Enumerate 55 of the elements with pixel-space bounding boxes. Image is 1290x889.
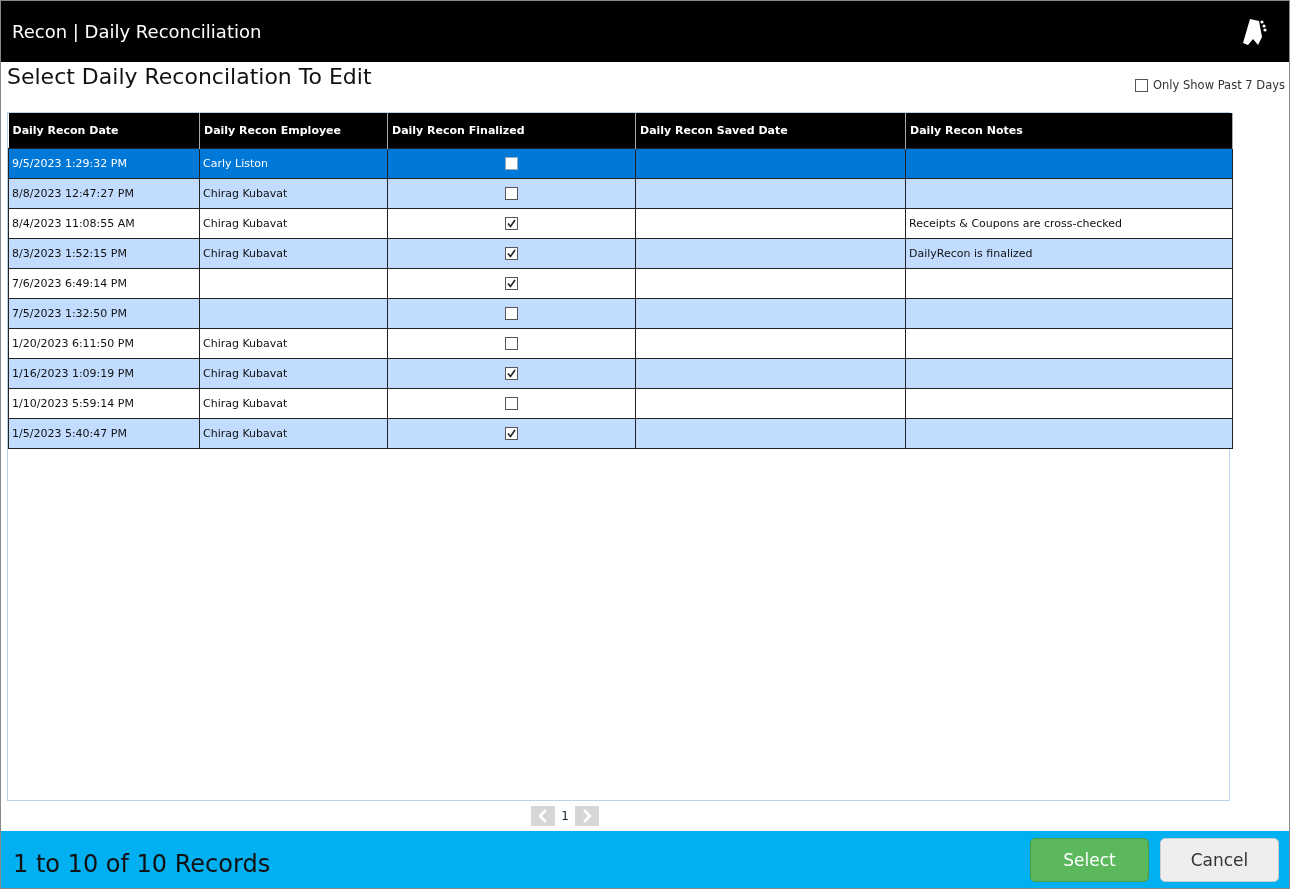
column-header[interactable]: Daily Recon Notes [905, 113, 1233, 148]
table-row[interactable]: 1/16/2023 1:09:19 PM Chirag Kubavat [8, 358, 1233, 388]
table-cell: Chirag Kubavat [203, 426, 288, 440]
table-cell: Receipts & Coupons are cross-checked [909, 216, 1123, 230]
column-header[interactable]: Daily Recon Date [8, 113, 200, 148]
table-row[interactable]: 7/6/2023 6:49:14 PM [8, 268, 1233, 298]
column-header[interactable]: Daily Recon Employee [199, 113, 388, 148]
column-header[interactable]: Daily Recon Finalized [387, 113, 636, 148]
table-cell: 9/5/2023 1:29:32 PM [12, 156, 127, 170]
finalized-checkbox[interactable] [505, 156, 518, 170]
finalized-checkbox[interactable] [505, 396, 518, 410]
table-cell: 1/20/2023 6:11:50 PM [12, 336, 134, 350]
table-cell: 7/5/2023 1:32:50 PM [12, 306, 127, 320]
table-cell: 8/4/2023 11:08:55 AM [12, 216, 135, 230]
window-title: Recon | Daily Reconciliation [12, 21, 262, 42]
table-cell: 1/10/2023 5:59:14 PM [12, 396, 134, 410]
table-cell: DailyRecon is finalized [909, 246, 1033, 260]
finalized-checkbox[interactable] [505, 276, 518, 290]
table-cell: Chirag Kubavat [203, 366, 288, 380]
table-cell: 1/16/2023 1:09:19 PM [12, 366, 134, 380]
table-row[interactable]: 1/5/2023 5:40:47 PM Chirag Kubavat [8, 418, 1233, 448]
table-row[interactable]: 1/10/2023 5:59:14 PM Chirag Kubavat [8, 388, 1233, 418]
table-row[interactable]: 8/3/2023 1:52:15 PM Chirag Kubavat DailyRecon is finalized [8, 238, 1233, 268]
filter-checkbox[interactable] [1135, 78, 1148, 92]
logo-icon [1241, 16, 1267, 47]
finalized-checkbox[interactable] [505, 186, 518, 200]
finalized-checkbox[interactable] [505, 426, 518, 440]
finalized-checkbox[interactable] [505, 306, 518, 320]
finalized-checkbox[interactable] [505, 246, 518, 260]
table-row[interactable]: 9/5/2023 1:29:32 PM Carly Liston [8, 148, 1233, 178]
table-row[interactable]: 1/20/2023 6:11:50 PM Chirag Kubavat [8, 328, 1233, 358]
filter-label: Only Show Past 7 Days [1153, 78, 1285, 92]
table-cell: Chirag Kubavat [203, 246, 288, 260]
chevron-left-icon [538, 809, 549, 823]
table-cell: Chirag Kubavat [203, 186, 288, 200]
chevron-right-icon [581, 809, 592, 823]
table-cell: 1/5/2023 5:40:47 PM [12, 426, 127, 440]
table-cell: Chirag Kubavat [203, 336, 288, 350]
table-cell: Carly Liston [203, 156, 268, 170]
table-row[interactable]: 7/5/2023 1:32:50 PM [8, 298, 1233, 328]
table-row[interactable]: 8/8/2023 12:47:27 PM Chirag Kubavat [8, 178, 1233, 208]
finalized-checkbox[interactable] [505, 216, 518, 230]
table-cell: Chirag Kubavat [203, 216, 288, 230]
cancel-button[interactable]: Cancel [1160, 837, 1279, 882]
table-row[interactable]: 8/4/2023 11:08:55 AM Chirag Kubavat Receipts & Coupons are cross-checked [8, 208, 1233, 238]
table-cell: 8/3/2023 1:52:15 PM [12, 246, 127, 260]
record-count: 1 to 10 of 10 Records [13, 849, 271, 878]
finalized-checkbox[interactable] [505, 366, 518, 380]
column-header[interactable]: Daily Recon Saved Date [635, 113, 906, 148]
table-cell: 8/8/2023 12:47:27 PM [12, 186, 134, 200]
page-title: Select Daily Reconcilation To Edit [7, 64, 372, 89]
table-cell: Chirag Kubavat [203, 396, 288, 410]
page-number[interactable]: 1 [561, 809, 569, 823]
finalized-checkbox[interactable] [505, 336, 518, 350]
table-cell: 7/6/2023 6:49:14 PM [12, 276, 127, 290]
